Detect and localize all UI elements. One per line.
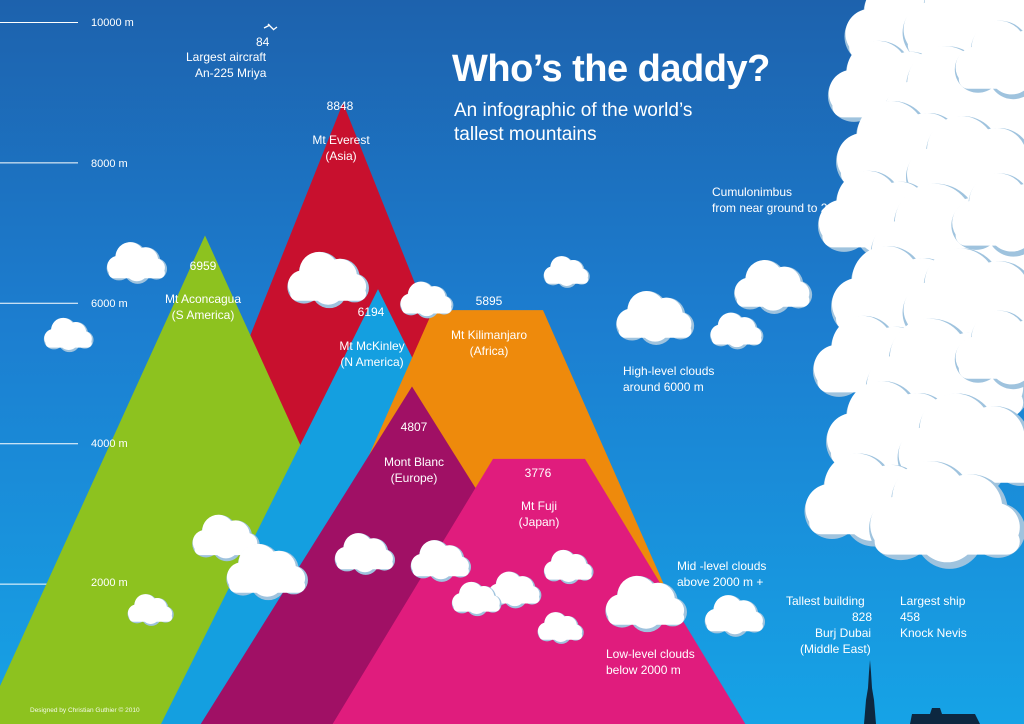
cloud-base: [706, 621, 763, 632]
page-title: Who’s the daddy?: [452, 48, 770, 90]
small-cloud: [616, 291, 695, 345]
aconcagua-region: (S America): [171, 308, 235, 322]
kilimanjaro-name: Mt Kilimanjaro: [450, 328, 528, 342]
axis-tick-label-4000: 4000 m: [91, 438, 128, 450]
fuji-region: (Japan): [518, 515, 560, 529]
kilimanjaro-value: 5895: [475, 294, 503, 308]
cloud-base: [336, 559, 393, 570]
low-clouds-label: Low-level clouds: [606, 647, 695, 661]
cloud-base: [402, 304, 452, 314]
montblanc-name: Mont Blanc: [383, 455, 445, 469]
axis-tick-label-6000: 6000 m: [91, 298, 128, 310]
building-label: Tallest building: [786, 594, 865, 608]
infographic: 10000 m 8000 m 6000 m 4000 m 2000 m Who’…: [0, 0, 1024, 724]
small-cloud: [543, 256, 590, 288]
building-name: Burj Dubai: [815, 626, 872, 640]
aconcagua-value: 6959: [189, 259, 217, 273]
mckinley-name: Mt McKinley: [339, 339, 405, 353]
cloud-base: [539, 631, 583, 640]
small-cloud: [43, 317, 94, 353]
mid-clouds-label: Mid -level clouds: [677, 559, 767, 573]
fuji-name: Mt Fuji: [521, 499, 557, 513]
mountain-series: [0, 102, 746, 724]
small-cloud: [106, 242, 168, 284]
everest-value: 8848: [326, 99, 354, 113]
y-axis-gridlines: [0, 22, 78, 585]
building-region: (Middle East): [800, 642, 871, 656]
low-clouds-range: below 2000 m: [606, 663, 681, 677]
tower-silhouette: [864, 660, 876, 724]
cloud-base: [229, 578, 306, 593]
cloud-base: [618, 324, 692, 338]
aircraft-label: Largest aircraft: [186, 50, 267, 64]
cloud-base: [545, 275, 589, 284]
cloud-base: [290, 286, 367, 301]
cloud-base: [958, 69, 1024, 89]
cloud-base: [545, 571, 592, 580]
fuji-value: 3776: [524, 466, 552, 480]
small-cloud: [734, 260, 813, 314]
kilimanjaro-region: (Africa): [469, 344, 509, 358]
cumulonimbus-range: from near ground to 20000m: [712, 201, 865, 215]
cumulonimbus-label: Cumulonimbus: [712, 185, 793, 199]
cloud-base: [129, 613, 173, 622]
cloud-base: [736, 293, 810, 307]
cloud-base: [412, 566, 469, 577]
cloud-base: [955, 225, 1024, 246]
cloud-base: [712, 335, 762, 345]
montblanc-value: 4807: [400, 420, 428, 434]
mckinley-region: (N America): [340, 355, 404, 369]
cloud-base: [608, 610, 685, 625]
montblanc-region: (Europe): [390, 471, 438, 485]
small-cloud: [710, 312, 764, 350]
mckinley-value: 6194: [357, 305, 385, 319]
designer-credit: Designed by Christian Guthier © 2010: [30, 707, 140, 714]
building-value: 828: [852, 610, 873, 624]
ship-name: Knock Nevis: [900, 626, 967, 640]
cloud-base: [874, 528, 1020, 555]
everest-region: (Asia): [325, 149, 357, 163]
high-clouds-range: around 6000 m: [623, 380, 704, 394]
axis-tick-label-8000: 8000 m: [91, 158, 128, 170]
axis-tick-label-2000: 2000 m: [91, 577, 128, 589]
ship-value: 458: [900, 610, 921, 624]
everest-name: Mt Everest: [312, 133, 370, 147]
aircraft-icon: [263, 23, 278, 31]
cloud-base: [958, 359, 1024, 379]
aconcagua-name: Mt Aconcagua: [164, 292, 242, 306]
aircraft-value: 84: [256, 35, 270, 49]
cloud-base: [108, 268, 165, 279]
cloud-base: [45, 339, 92, 348]
cumulonimbus-cloud-column: [804, 0, 1024, 569]
high-clouds-label: High-level clouds: [623, 364, 715, 378]
aircraft-name: An-225 Mriya: [195, 66, 267, 80]
mid-clouds-range: above 2000 m +: [677, 575, 764, 589]
ship-label: Largest ship: [900, 594, 966, 608]
page-subtitle: An infographic of the world’s tallest mo…: [454, 100, 693, 145]
cloud-base: [453, 603, 500, 612]
axis-tick-label-10000: 10000 m: [91, 17, 134, 29]
small-cloud: [704, 595, 766, 637]
ship-silhouette: [910, 708, 980, 724]
